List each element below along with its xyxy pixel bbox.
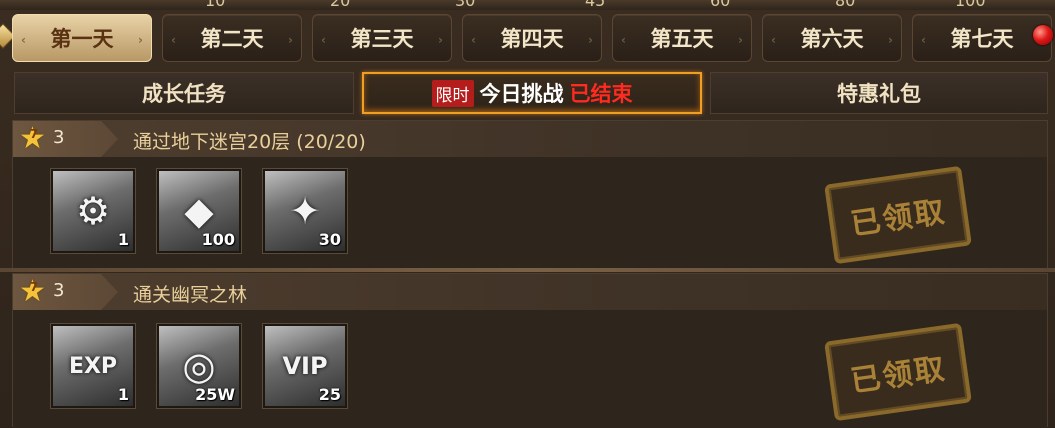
progress-number: 45 <box>585 0 606 10</box>
task-body: EXP 1 ◎ 25W VIP 25 已领取 <box>13 310 1047 428</box>
reward-slot[interactable]: EXP 1 <box>50 323 136 409</box>
chevron-right-icon: › <box>438 33 443 47</box>
tab-daily-challenge[interactable]: 限时 今日挑战 已结束 <box>362 72 702 114</box>
star-level: 7 <box>29 280 39 294</box>
chevron-right-icon: › <box>888 33 893 47</box>
tab-day-5[interactable]: ‹ 第五天 › <box>612 14 752 62</box>
reward-slot[interactable]: ◎ 25W <box>156 323 242 409</box>
notification-dot-icon <box>1033 25 1053 45</box>
event-panel: 10 20 30 45 60 80 100 ‹ 第一天 › ‹ 第二天 › ‹ … <box>0 0 1055 428</box>
task-header: ★ 7 3 通过地下迷宫20层 (20/20) <box>13 121 1047 158</box>
chevron-left-icon: ‹ <box>921 33 926 47</box>
tab-day-1[interactable]: ‹ 第一天 › <box>12 14 152 62</box>
chevron-right-icon: › <box>138 33 143 47</box>
tab-day-3[interactable]: ‹ 第三天 › <box>312 14 452 62</box>
tab-label: 第七天 <box>950 27 1014 51</box>
chevron-left-icon: ‹ <box>621 33 626 47</box>
tab-day-2[interactable]: ‹ 第二天 › <box>162 14 302 62</box>
tab-label: 成长任务 <box>142 82 226 106</box>
reward-count: 1 <box>117 385 129 404</box>
task-points: 3 <box>53 127 65 148</box>
reward-slot[interactable]: VIP 25 <box>262 323 348 409</box>
tab-label: 第六天 <box>800 27 864 51</box>
tab-label: 第四天 <box>500 27 564 51</box>
tab-day-6[interactable]: ‹ 第六天 › <box>762 14 902 62</box>
task-title: 通关幽冥之林 <box>133 284 248 306</box>
tab-label: 特惠礼包 <box>837 82 921 106</box>
reward-count: 25 <box>318 385 341 404</box>
reward-slot[interactable]: ✦ 30 <box>262 168 348 254</box>
claimed-stamp: 已领取 <box>824 322 972 422</box>
progress-number: 80 <box>835 0 856 10</box>
star-level: 7 <box>29 127 39 141</box>
tab-label: 今日挑战 <box>479 82 564 106</box>
tab-label: 第三天 <box>350 27 414 51</box>
task-row: ★ 7 3 通过地下迷宫20层 (20/20) ⚙ 1 ◆ 100 ✦ 30 已… <box>12 120 1048 269</box>
reward-count: 25W <box>195 385 235 404</box>
chevron-left-icon: ‹ <box>21 33 26 47</box>
tab-special-gift[interactable]: 特惠礼包 <box>710 72 1048 114</box>
reward-slot[interactable]: ◆ 100 <box>156 168 242 254</box>
progress-number: 30 <box>455 0 476 10</box>
ended-status: 已结束 <box>569 82 633 106</box>
progress-number: 20 <box>330 0 351 10</box>
chevron-right-icon: › <box>288 33 293 47</box>
reward-count: 30 <box>318 230 341 249</box>
task-header: ★ 7 3 通关幽冥之林 <box>13 274 1047 311</box>
reward-count: 1 <box>117 230 129 249</box>
tab-label: 第五天 <box>650 27 714 51</box>
progress-number: 100 <box>955 0 986 10</box>
chevron-right-icon: › <box>588 33 593 47</box>
chevron-left-icon: ‹ <box>771 33 776 47</box>
tab-label: 第一天 <box>50 27 114 51</box>
task-title: 通过地下迷宫20层 (20/20) <box>133 131 366 153</box>
chevron-left-icon: ‹ <box>471 33 476 47</box>
tab-growth-tasks[interactable]: 成长任务 <box>14 72 354 114</box>
task-row: ★ 7 3 通关幽冥之林 EXP 1 ◎ 25W VIP 25 已领取 <box>12 273 1048 428</box>
claimed-stamp: 已领取 <box>824 165 972 265</box>
tab-day-4[interactable]: ‹ 第四天 › <box>462 14 602 62</box>
progress-number: 10 <box>205 0 226 10</box>
tab-label: 第二天 <box>200 27 264 51</box>
tab-day-7[interactable]: ‹ 第七天 <box>912 14 1053 62</box>
divider <box>0 268 1055 272</box>
chevron-right-icon: › <box>738 33 743 47</box>
reward-slot[interactable]: ⚙ 1 <box>50 168 136 254</box>
task-points: 3 <box>53 280 65 301</box>
reward-count: 100 <box>201 230 235 249</box>
task-body: ⚙ 1 ◆ 100 ✦ 30 已领取 <box>13 157 1047 269</box>
limited-time-badge: 限时 <box>431 79 474 107</box>
chevron-left-icon: ‹ <box>171 33 176 47</box>
progress-number: 60 <box>710 0 731 10</box>
chevron-left-icon: ‹ <box>321 33 326 47</box>
progress-strip: 10 20 30 45 60 80 100 <box>0 0 1055 10</box>
